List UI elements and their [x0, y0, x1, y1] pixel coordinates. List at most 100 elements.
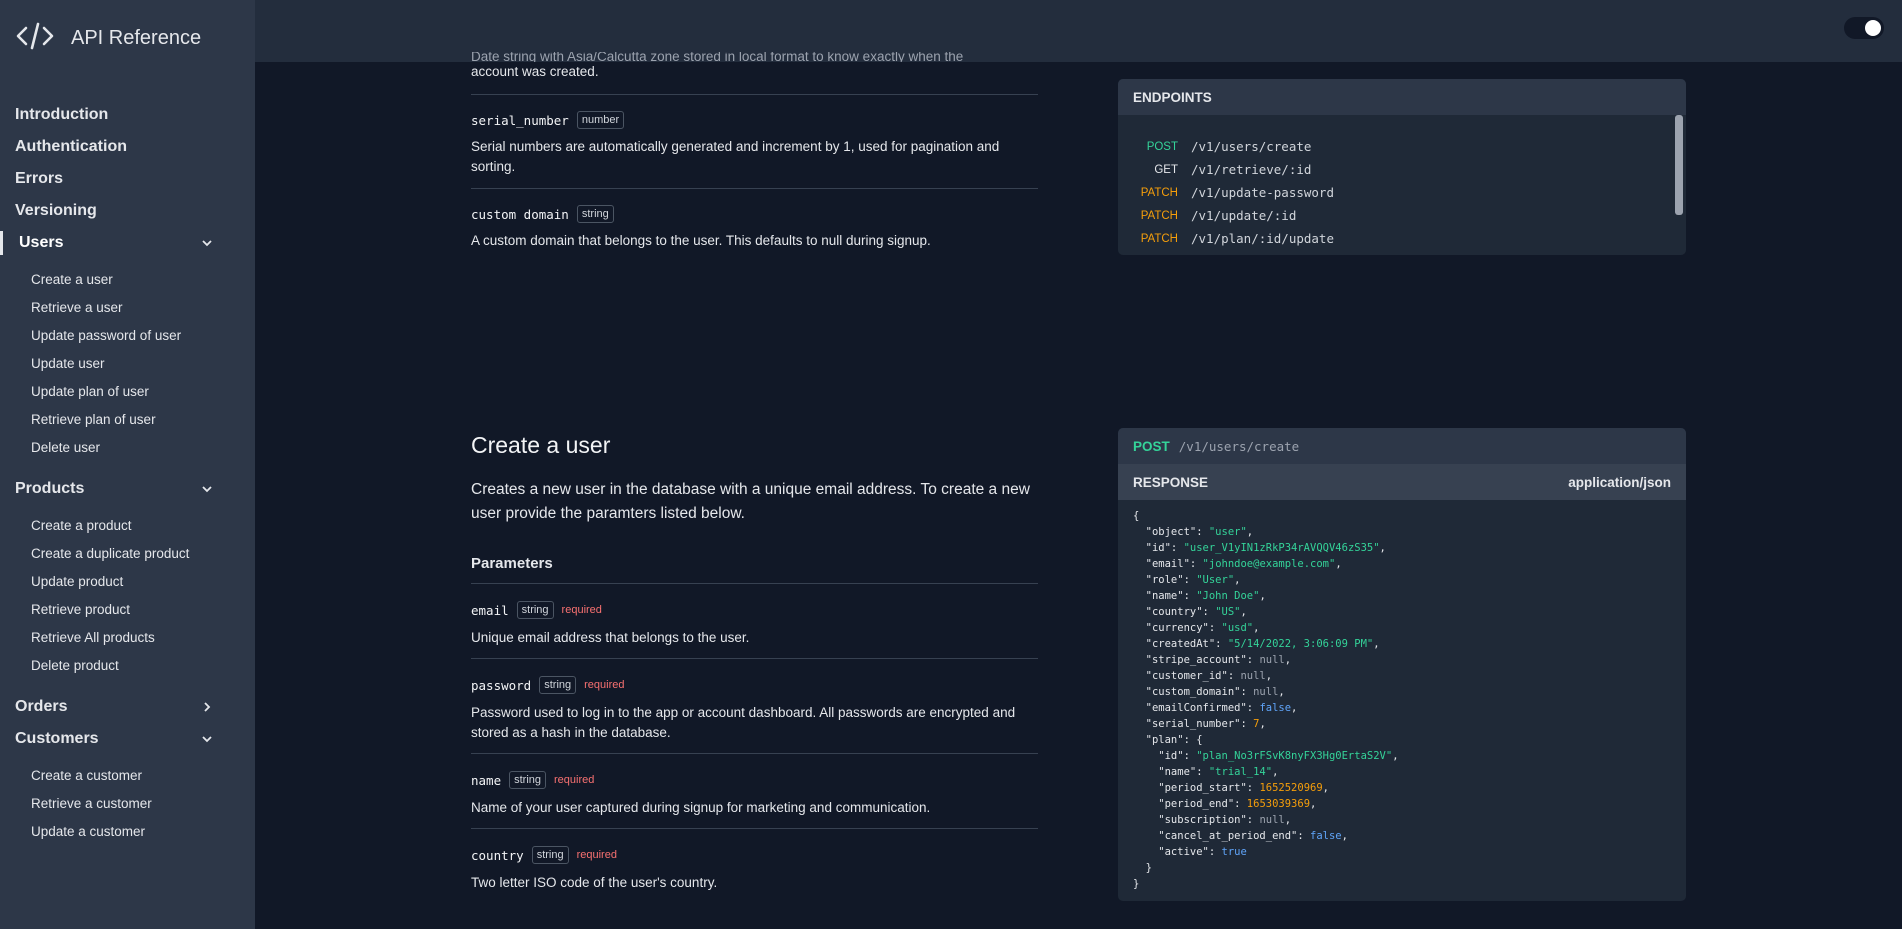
param-item: email string required Unique email addre… — [471, 601, 1038, 648]
json-value: null — [1259, 654, 1285, 666]
sidebar-subitem[interactable]: Delete user — [0, 433, 255, 461]
json-brace: } — [1133, 878, 1140, 890]
divider — [471, 188, 1038, 189]
sidebar-item-label: Users — [19, 234, 64, 251]
sidebar-subitem[interactable]: Create a duplicate product — [0, 539, 255, 567]
sidebar-item-introduction[interactable]: Introduction — [0, 99, 255, 131]
json-value: null — [1259, 814, 1285, 826]
json-value: "US" — [1215, 606, 1241, 618]
sidebar-item-label: Introduction — [15, 106, 109, 123]
sidebar-item-authentication[interactable]: Authentication — [0, 131, 255, 163]
endpoint-path: /v1/update/:id — [1191, 208, 1297, 223]
json-value: false — [1310, 830, 1342, 842]
sidebar-subitem[interactable]: Delete product — [0, 651, 255, 679]
param-item: serial_number number Serial numbers are … — [471, 111, 1038, 177]
sidebar-subitem[interactable]: Retrieve product — [0, 595, 255, 623]
app-title: API Reference — [71, 27, 202, 49]
sidebar-item-customers[interactable]: Customers — [0, 723, 255, 755]
http-method: POST — [1133, 438, 1170, 454]
http-method: PATCH — [1140, 209, 1178, 222]
param-name: password — [471, 677, 532, 693]
json-value: "5/14/2022, 3:06:09 PM" — [1227, 638, 1374, 650]
sidebar-subitem[interactable]: Retrieve a user — [0, 293, 255, 321]
endpoint-path: /v1/users/create — [1178, 438, 1300, 454]
user-object-section: Date string with Asia/Calcutta zone stor… — [471, 52, 1038, 251]
param-description: Name of your user captured during signup… — [471, 800, 931, 815]
sidebar-subitem[interactable]: Create a customer — [0, 761, 255, 789]
param-description: Password used to log in to the app or ac… — [471, 705, 1016, 740]
param-description: Unique email address that belongs to the… — [471, 630, 750, 645]
sidebar-subitem[interactable]: Update product — [0, 567, 255, 595]
sidebar-item-label: Products — [15, 480, 85, 497]
sidebar-item-orders[interactable]: Orders — [0, 691, 255, 723]
endpoint-row[interactable]: POST /v1/users/create — [1118, 135, 1686, 158]
endpoint-list: POST /v1/users/create GET /v1/retrieve/:… — [1118, 115, 1686, 254]
sidebar-subitem[interactable]: Update a customer — [0, 817, 255, 845]
param-description: Serial numbers are automatically generat… — [471, 139, 1000, 174]
sidebar-subitem[interactable]: Retrieve All products — [0, 623, 255, 651]
json-value: "trial_14" — [1208, 766, 1273, 778]
param-type-badge: number — [576, 111, 625, 129]
response-panel: POST /v1/users/create RESPONSE applicati… — [1118, 428, 1686, 901]
json-value: "user_V1yIN1zRkP34rAVQQV46zS35" — [1183, 542, 1380, 554]
sidebar-subitem[interactable]: Create a product — [0, 511, 255, 539]
json-value: "John Doe" — [1196, 590, 1260, 602]
response-header: RESPONSE application/json — [1118, 464, 1686, 500]
sidebar-subitem[interactable]: Update password of user — [0, 321, 255, 349]
json-value: null — [1253, 686, 1279, 698]
create-user-section: Create a user Creates a new user in the … — [471, 432, 1038, 893]
code-icon — [15, 21, 55, 56]
sidebar-subitem[interactable]: Update plan of user — [0, 377, 255, 405]
endpoint-row[interactable]: PATCH /v1/plan/:id/update — [1118, 227, 1686, 250]
parameters-heading: Parameters — [471, 555, 553, 572]
sidebar-subitem[interactable]: Retrieve plan of user — [0, 405, 255, 433]
http-method: POST — [1146, 140, 1178, 153]
response-json: { "object": "user", "id": "user_V1yIN1zR… — [1133, 510, 1399, 890]
endpoints-header: ENDPOINTS — [1118, 79, 1686, 115]
param-name: email — [471, 602, 509, 618]
chevron-down-icon — [202, 736, 212, 743]
sidebar-item-label: Customers — [15, 730, 99, 747]
sidebar-item-errors[interactable]: Errors — [0, 163, 255, 195]
sidebar-item-products[interactable]: Products — [0, 473, 255, 505]
endpoint-row[interactable]: PATCH /v1/update/:id — [1118, 204, 1686, 227]
param-name: country — [471, 847, 524, 863]
param-item: country string required Two letter ISO c… — [471, 846, 1038, 893]
required-badge: required — [554, 774, 595, 786]
http-method: GET — [1154, 163, 1178, 176]
endpoints-title: ENDPOINTS — [1133, 89, 1212, 105]
json-value: "User" — [1196, 574, 1235, 586]
json-value: null — [1240, 670, 1266, 682]
param-name: serial_number — [471, 112, 569, 128]
sidebar-subitem[interactable]: Update user — [0, 349, 255, 377]
endpoint-path: /v1/plan/:id/update — [1191, 231, 1334, 246]
endpoint-path: /v1/users/create — [1191, 139, 1312, 154]
section-description: Creates a new user in the database with … — [471, 481, 1030, 522]
json-value: 7 — [1253, 718, 1260, 730]
partial-description: Date string with Asia/Calcutta zone stor… — [471, 52, 964, 62]
toggle-knob — [1865, 20, 1881, 36]
required-badge: required — [561, 604, 602, 616]
sidebar-subitem[interactable]: Create a user — [0, 265, 255, 293]
param-type-badge: string — [539, 676, 577, 694]
sidebar-item-users[interactable]: Users — [0, 227, 255, 259]
json-value: "user" — [1208, 526, 1247, 538]
endpoint-row[interactable]: PATCH /v1/update-password — [1118, 181, 1686, 204]
divider — [471, 828, 1038, 829]
endpoints-panel: ENDPOINTS POST /v1/users/create GET /v1/… — [1118, 79, 1686, 255]
endpoint-path: /v1/update-password — [1191, 185, 1334, 200]
sidebar-item-versioning[interactable]: Versioning — [0, 195, 255, 227]
json-value: 1653039369 — [1246, 798, 1311, 810]
section-title: Create a user — [471, 432, 611, 458]
json-brace: { — [1133, 510, 1140, 522]
param-type-badge: string — [509, 771, 547, 789]
divider — [471, 94, 1038, 95]
json-value: "usd" — [1221, 622, 1254, 634]
scrollbar-thumb[interactable] — [1675, 115, 1683, 215]
brand[interactable]: API Reference — [0, 0, 255, 77]
endpoint-row[interactable]: GET /v1/retrieve/:id — [1118, 158, 1686, 181]
param-item: name string required Name of your user c… — [471, 771, 1038, 818]
theme-toggle[interactable] — [1844, 17, 1884, 39]
sidebar-item-label: Authentication — [15, 138, 127, 155]
sidebar-subitem[interactable]: Retrieve a customer — [0, 789, 255, 817]
